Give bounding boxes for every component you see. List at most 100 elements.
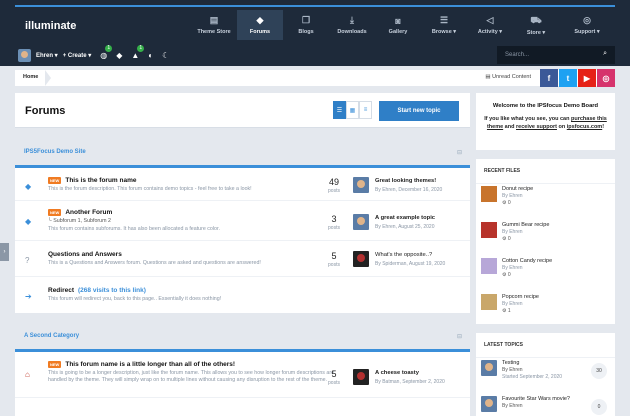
site-header: illuminate ▤ Theme Store ◆ Forums ❐ Blogs ⤓…: [0, 0, 630, 66]
twitter-icon[interactable]: t: [559, 69, 577, 87]
nav-downloads[interactable]: ⤓ Downloads: [329, 10, 375, 40]
instagram-icon[interactable]: ◎: [597, 69, 615, 87]
list-item[interactable]: Cotton Candy recipe By Ehren ⚙ 0: [481, 258, 611, 280]
search-icon[interactable]: ⌕: [603, 50, 607, 58]
warnings-badge: 1: [137, 44, 145, 52]
forum-stats: 3 posts: [328, 214, 340, 231]
ipsfocus-link[interactable]: ipsfocus.com: [567, 124, 602, 130]
book-icon: ❐: [301, 15, 311, 25]
file-thumbnail[interactable]: [481, 294, 497, 310]
nav-browse[interactable]: ☰ Browse ▾: [421, 10, 467, 40]
forum-row[interactable]: ◆ NEW This is the forum name This is the …: [15, 168, 470, 201]
avatar[interactable]: [353, 251, 369, 267]
file-thumbnail[interactable]: [481, 222, 497, 238]
create-menu[interactable]: + Create ▾: [63, 52, 92, 59]
forum-title[interactable]: Questions and Answers: [48, 251, 308, 258]
document-icon: ▤: [209, 15, 219, 25]
reply-count: 0: [591, 399, 607, 415]
list-item[interactable]: Favourite Star Wars movie? By Ehren 0: [481, 396, 611, 415]
chat-icon: ◆: [25, 217, 32, 226]
redirect-count: (268 visits to this link): [78, 287, 146, 294]
forum-row[interactable]: ? Questions and Answers This is a Questi…: [15, 241, 470, 277]
nav-gallery[interactable]: ◙ Gallery: [375, 10, 421, 40]
forum-title[interactable]: This forum name is a little longer than …: [65, 361, 235, 368]
messages-icon[interactable]: ◆: [116, 51, 122, 60]
notifications-badge: 1: [105, 44, 113, 52]
side-panel-toggle[interactable]: ›: [0, 243, 9, 261]
category-forum-list: ◆ NEW This is the forum name This is the …: [15, 168, 470, 313]
avatar[interactable]: [353, 214, 369, 230]
page-header: Forums ☰ ▦ ≡ Start new topic: [15, 93, 470, 128]
new-badge: NEW: [48, 209, 62, 216]
forum-title[interactable]: This is the forum name: [65, 177, 136, 184]
forum-description: This forum contains subforums. It has al…: [48, 226, 220, 232]
table-view-icon[interactable]: ☰: [333, 101, 346, 119]
nav-store[interactable]: ⛟ Store ▾: [513, 10, 559, 40]
list-item[interactable]: Donut recipe By Ehren ⚙ 0: [481, 186, 611, 208]
view-switcher: ☰ ▦ ≡: [333, 101, 372, 119]
moon-icon[interactable]: ☾: [162, 51, 169, 60]
support-link[interactable]: receive support: [516, 124, 557, 130]
welcome-widget: Welcome to the IPSfocus Demo Board If yo…: [476, 93, 615, 150]
forum-row[interactable]: ➔ Redirect (268 visits to this link) This…: [15, 277, 470, 313]
toggle-icon[interactable]: ◐: [148, 51, 153, 60]
nav-support[interactable]: ◎ Support ▾: [559, 10, 615, 40]
camera-icon: ◙: [395, 15, 401, 26]
unread-content-link[interactable]: ▤ Unread Content: [485, 74, 531, 80]
recent-files-widget: RECENT FILES Donut recipe By Ehren ⚙ 0 G…: [476, 159, 615, 324]
question-icon: ?: [25, 256, 30, 265]
cart-icon: ⛟: [530, 14, 542, 25]
new-badge: NEW: [48, 361, 62, 368]
main-nav: ▤ Theme Store ◆ Forums ❐ Blogs ⤓ Downloads ◙…: [191, 10, 615, 40]
breadcrumb-home[interactable]: Home: [23, 74, 38, 80]
lifebuoy-icon: ◎: [583, 15, 591, 25]
user-menu[interactable]: Ehren ▾: [36, 52, 58, 59]
user-avatar[interactable]: [18, 48, 31, 62]
avatar[interactable]: [481, 396, 497, 412]
youtube-icon[interactable]: ▶: [578, 69, 596, 87]
avatar[interactable]: [481, 360, 497, 376]
forum-stats: 49 posts: [328, 177, 340, 194]
social-links: f t ▶ ◎: [539, 69, 615, 87]
chat-icon: ◆: [25, 182, 32, 191]
grid-view-icon[interactable]: ▦: [346, 101, 359, 119]
search-input[interactable]: Search... ⌕: [497, 46, 615, 64]
forum-description: This is a Questions and Answers forum. Q…: [48, 260, 261, 266]
breadcrumb: Home ▤ Unread Content f t ▶ ◎: [15, 69, 615, 87]
category-title[interactable]: IPS5Focus Demo Site: [24, 149, 86, 155]
forum-title[interactable]: Another Forum: [65, 209, 112, 216]
list-item[interactable]: Gummi Bear recipe By Ehren ⚙ 0: [481, 222, 611, 244]
forum-stats: 5 posts: [328, 251, 340, 268]
collapse-icon[interactable]: ⊟: [457, 333, 462, 340]
warning-icon[interactable]: ▲ 1: [131, 44, 145, 60]
globe-icon[interactable]: ◍ 1: [100, 44, 113, 60]
facebook-icon[interactable]: f: [540, 69, 558, 87]
breadcrumb-arrow: [45, 70, 51, 86]
nav-forums[interactable]: ◆ Forums: [237, 10, 283, 40]
nav-blogs[interactable]: ❐ Blogs: [283, 10, 329, 40]
latest-topics-widget: LATEST TOPICS Testing By Ehren Started S…: [476, 333, 615, 416]
nav-theme-store[interactable]: ▤ Theme Store: [191, 10, 237, 40]
arrow-right-icon: ➔: [25, 292, 32, 301]
forum-title[interactable]: Redirect: [48, 287, 74, 294]
list-item[interactable]: Testing By Ehren Started September 2, 20…: [481, 360, 611, 394]
start-new-topic-button[interactable]: Start new topic: [379, 101, 459, 121]
avatar[interactable]: [353, 177, 369, 193]
file-thumbnail[interactable]: [481, 186, 497, 202]
avatar[interactable]: [353, 369, 369, 385]
site-logo[interactable]: illuminate: [25, 20, 76, 32]
forum-row[interactable]: ◆ NEW Another Forum └ Subforum 1, Subforu…: [15, 201, 470, 241]
chat-icon: ◆: [256, 15, 264, 25]
forum-description: This forum will redirect you, back to th…: [48, 296, 222, 302]
list-item[interactable]: Popcorn recipe By Ehren ⚙ 1: [481, 294, 611, 316]
forum-row[interactable]: ⌂ NEW This forum name is a little longer …: [15, 352, 470, 398]
file-thumbnail[interactable]: [481, 258, 497, 274]
collapse-icon[interactable]: ⊟: [457, 149, 462, 156]
category-title[interactable]: A Second Category: [24, 333, 79, 339]
header-accent-bar: [15, 5, 615, 7]
list-view-icon[interactable]: ≡: [359, 101, 372, 119]
forum-description: This is the forum description. This foru…: [48, 186, 252, 192]
nav-activity[interactable]: ◁ Activity ▾: [467, 10, 513, 40]
subforum-list[interactable]: └ Subforum 1, Subforum 2: [48, 218, 308, 224]
reply-count: 30: [591, 363, 607, 379]
